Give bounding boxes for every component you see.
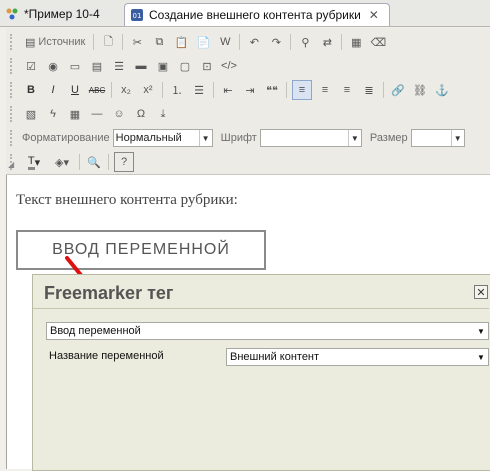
textfield-icon[interactable]: ▭ [66, 57, 84, 75]
image-button-icon[interactable]: ▣ [154, 57, 172, 75]
paste-text-icon[interactable]: 📄 [194, 33, 212, 51]
copy-icon[interactable]: ⧉ [150, 33, 168, 51]
button-field-icon[interactable]: ▬ [132, 57, 150, 75]
checkbox-icon[interactable]: ☑ [22, 57, 40, 75]
source-label: Источник [38, 36, 86, 48]
select-all-icon[interactable]: ▦ [347, 33, 365, 51]
template-icon: 01 [129, 7, 145, 23]
chevron-down-icon: ▼ [477, 326, 485, 336]
indent-icon[interactable]: ⇥ [241, 81, 259, 99]
link-icon[interactable]: 🔗 [389, 81, 407, 99]
image-icon[interactable]: ▧ [22, 105, 40, 123]
align-center-icon[interactable]: ≡ [316, 81, 334, 99]
close-icon[interactable]: ✕ [474, 285, 488, 299]
table-icon[interactable]: ▦ [66, 105, 84, 123]
dialog-title: Freemarker тег [44, 283, 174, 303]
anchor-icon[interactable]: ⚓ [433, 81, 451, 99]
toolbar-row-2: ☑ ◉ ▭ ▤ ☰ ▬ ▣ ▢ ⊡ </> [10, 55, 242, 77]
font-select[interactable]: ▼ [259, 129, 362, 147]
align-justify-icon[interactable]: ≣ [360, 81, 378, 99]
underline-button[interactable]: U [66, 81, 84, 99]
tab-create-content-label: Создание внешнего контента рубрики [149, 8, 361, 22]
strike-button[interactable]: ABC [88, 81, 106, 99]
new-page-icon[interactable]: 🗋 [99, 33, 117, 51]
tab-example-label: *Пример 10-4 [24, 7, 100, 21]
editor-toolbar: ▤ Источник 🗋 ✂ ⧉ 📋 📄 W ↶ ↷ ⚲ ⇄ ▦ ⌫ ☑ ◉ ▭… [6, 28, 490, 175]
select-field-icon[interactable]: ☰ [110, 57, 128, 75]
toolbar-row-5: Форматирование Нормальный ▼ Шрифт ▼ Разм… [10, 127, 473, 149]
font-label: Шрифт [220, 132, 257, 144]
page-break-icon[interactable]: ⤓ [154, 105, 172, 123]
tab-example[interactable]: *Пример 10-4 [0, 3, 120, 25]
replace-icon[interactable]: ⇄ [318, 33, 336, 51]
cut-icon[interactable]: ✂ [128, 33, 146, 51]
chevron-down-icon: ▼ [450, 130, 464, 146]
find-icon[interactable]: ⚲ [296, 33, 314, 51]
bg-color-icon[interactable]: ◈▾ [50, 153, 74, 171]
help-icon[interactable]: ? [114, 152, 134, 172]
toolbar-row-6: T ▾ ◈▾ 🔍 ? [10, 151, 138, 173]
source-icon: ▤ [25, 36, 36, 49]
align-right-icon[interactable]: ≡ [338, 81, 356, 99]
special-char-icon[interactable]: Ω [132, 105, 150, 123]
tab-bar: *Пример 10-4 01 Создание внешнего контен… [0, 0, 490, 27]
size-label: Размер [369, 132, 408, 144]
smiley-icon[interactable]: ☺ [110, 105, 128, 123]
radio-icon[interactable]: ◉ [44, 57, 62, 75]
textarea-icon[interactable]: ▤ [88, 57, 106, 75]
var-name-label: Название переменной [49, 350, 164, 362]
flash-icon[interactable]: ϟ [44, 105, 62, 123]
undo-icon[interactable]: ↶ [245, 33, 263, 51]
tag-type-value: Ввод переменной [50, 325, 141, 337]
preview-icon[interactable]: 🔍 [85, 153, 103, 171]
blockquote-button[interactable]: ❝❝ [263, 81, 281, 99]
text-color-icon: T [27, 155, 35, 170]
content-paragraph[interactable]: Текст внешнего контента рубрики: [16, 192, 238, 209]
italic-button[interactable]: I [44, 81, 62, 99]
remove-format-icon[interactable]: ⌫ [369, 33, 387, 51]
chevron-down-icon: ▼ [198, 130, 212, 146]
paste-word-icon[interactable]: W [216, 33, 234, 51]
outdent-icon[interactable]: ⇤ [219, 81, 237, 99]
size-select[interactable]: ▼ [410, 129, 465, 147]
hidden-field-icon[interactable]: ▢ [176, 57, 194, 75]
toolbar-row-3: B I U ABC x₂ x² ⒈ ☰ ⇤ ⇥ ❝❝ ≡ ≡ ≡ ≣ 🔗 ⛓ ⚓ [10, 79, 455, 101]
format-label: Форматирование [22, 132, 110, 144]
numbered-list-icon[interactable]: ⒈ [168, 81, 186, 99]
format-select[interactable]: Нормальный ▼ [112, 129, 213, 147]
chevron-down-icon: ▼ [477, 352, 485, 362]
tag-type-select[interactable]: Ввод переменной ▼ [46, 322, 489, 340]
paste-icon[interactable]: 📋 [172, 33, 190, 51]
align-left-icon[interactable]: ≡ [292, 80, 312, 100]
workflow-icon [4, 6, 20, 22]
bold-button[interactable]: B [22, 81, 40, 99]
grip-handle [10, 34, 16, 50]
chevron-down-icon: ▼ [347, 130, 361, 146]
form-icon[interactable]: ⊡ [198, 57, 216, 75]
var-name-value: Внешний контент [230, 351, 320, 363]
superscript-button[interactable]: x² [139, 81, 157, 99]
subscript-button[interactable]: x₂ [117, 81, 135, 99]
toolbar-row-4: ▧ ϟ ▦ ― ☺ Ω ⤓ [10, 103, 176, 125]
dialog-divider [33, 308, 489, 309]
collapse-toolbar-icon[interactable]: ◢ [8, 160, 14, 169]
unlink-icon[interactable]: ⛓ [411, 81, 429, 99]
toolbar-row-1: ▤ Источник 🗋 ✂ ⧉ 📋 📄 W ↶ ↷ ⚲ ⇄ ▦ ⌫ [10, 31, 391, 53]
text-color-button[interactable]: T ▾ [22, 153, 46, 171]
tab-create-content[interactable]: 01 Создание внешнего контента рубрики ✕ [124, 3, 390, 26]
bullet-list-icon[interactable]: ☰ [190, 81, 208, 99]
variable-placeholder-box[interactable]: ВВОД ПЕРЕМЕННОЙ [16, 230, 266, 270]
redo-icon[interactable]: ↷ [267, 33, 285, 51]
code-tag-icon[interactable]: </> [220, 57, 238, 75]
source-button[interactable]: ▤ Источник [22, 33, 88, 51]
horizontal-rule-icon[interactable]: ― [88, 105, 106, 123]
close-icon[interactable]: ✕ [369, 8, 379, 22]
var-name-select[interactable]: Внешний контент ▼ [226, 348, 489, 366]
svg-text:01: 01 [133, 12, 142, 20]
format-value: Нормальный [115, 132, 182, 144]
